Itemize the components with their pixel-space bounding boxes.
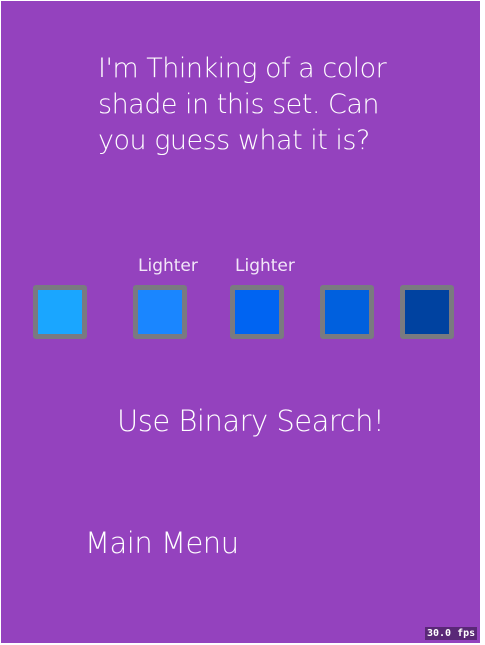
color-swatch-2[interactable] <box>133 285 187 339</box>
swatch-label-3: Lighter <box>235 256 295 276</box>
color-swatch-1[interactable] <box>33 285 87 339</box>
swatch-label-2: Lighter <box>138 256 198 276</box>
color-swatch-5[interactable] <box>400 285 454 339</box>
prompt-text: I'm Thinking of a color shade in this se… <box>98 53 387 156</box>
color-swatch-4[interactable] <box>320 285 374 339</box>
fps-counter: 30.0 fps <box>425 627 478 640</box>
game-canvas: I'm Thinking of a color shade in this se… <box>1 1 480 643</box>
color-swatch-3[interactable] <box>230 285 284 339</box>
hint-text: Use Binary Search! <box>117 404 385 438</box>
main-menu-button[interactable]: Main Menu <box>85 526 239 560</box>
